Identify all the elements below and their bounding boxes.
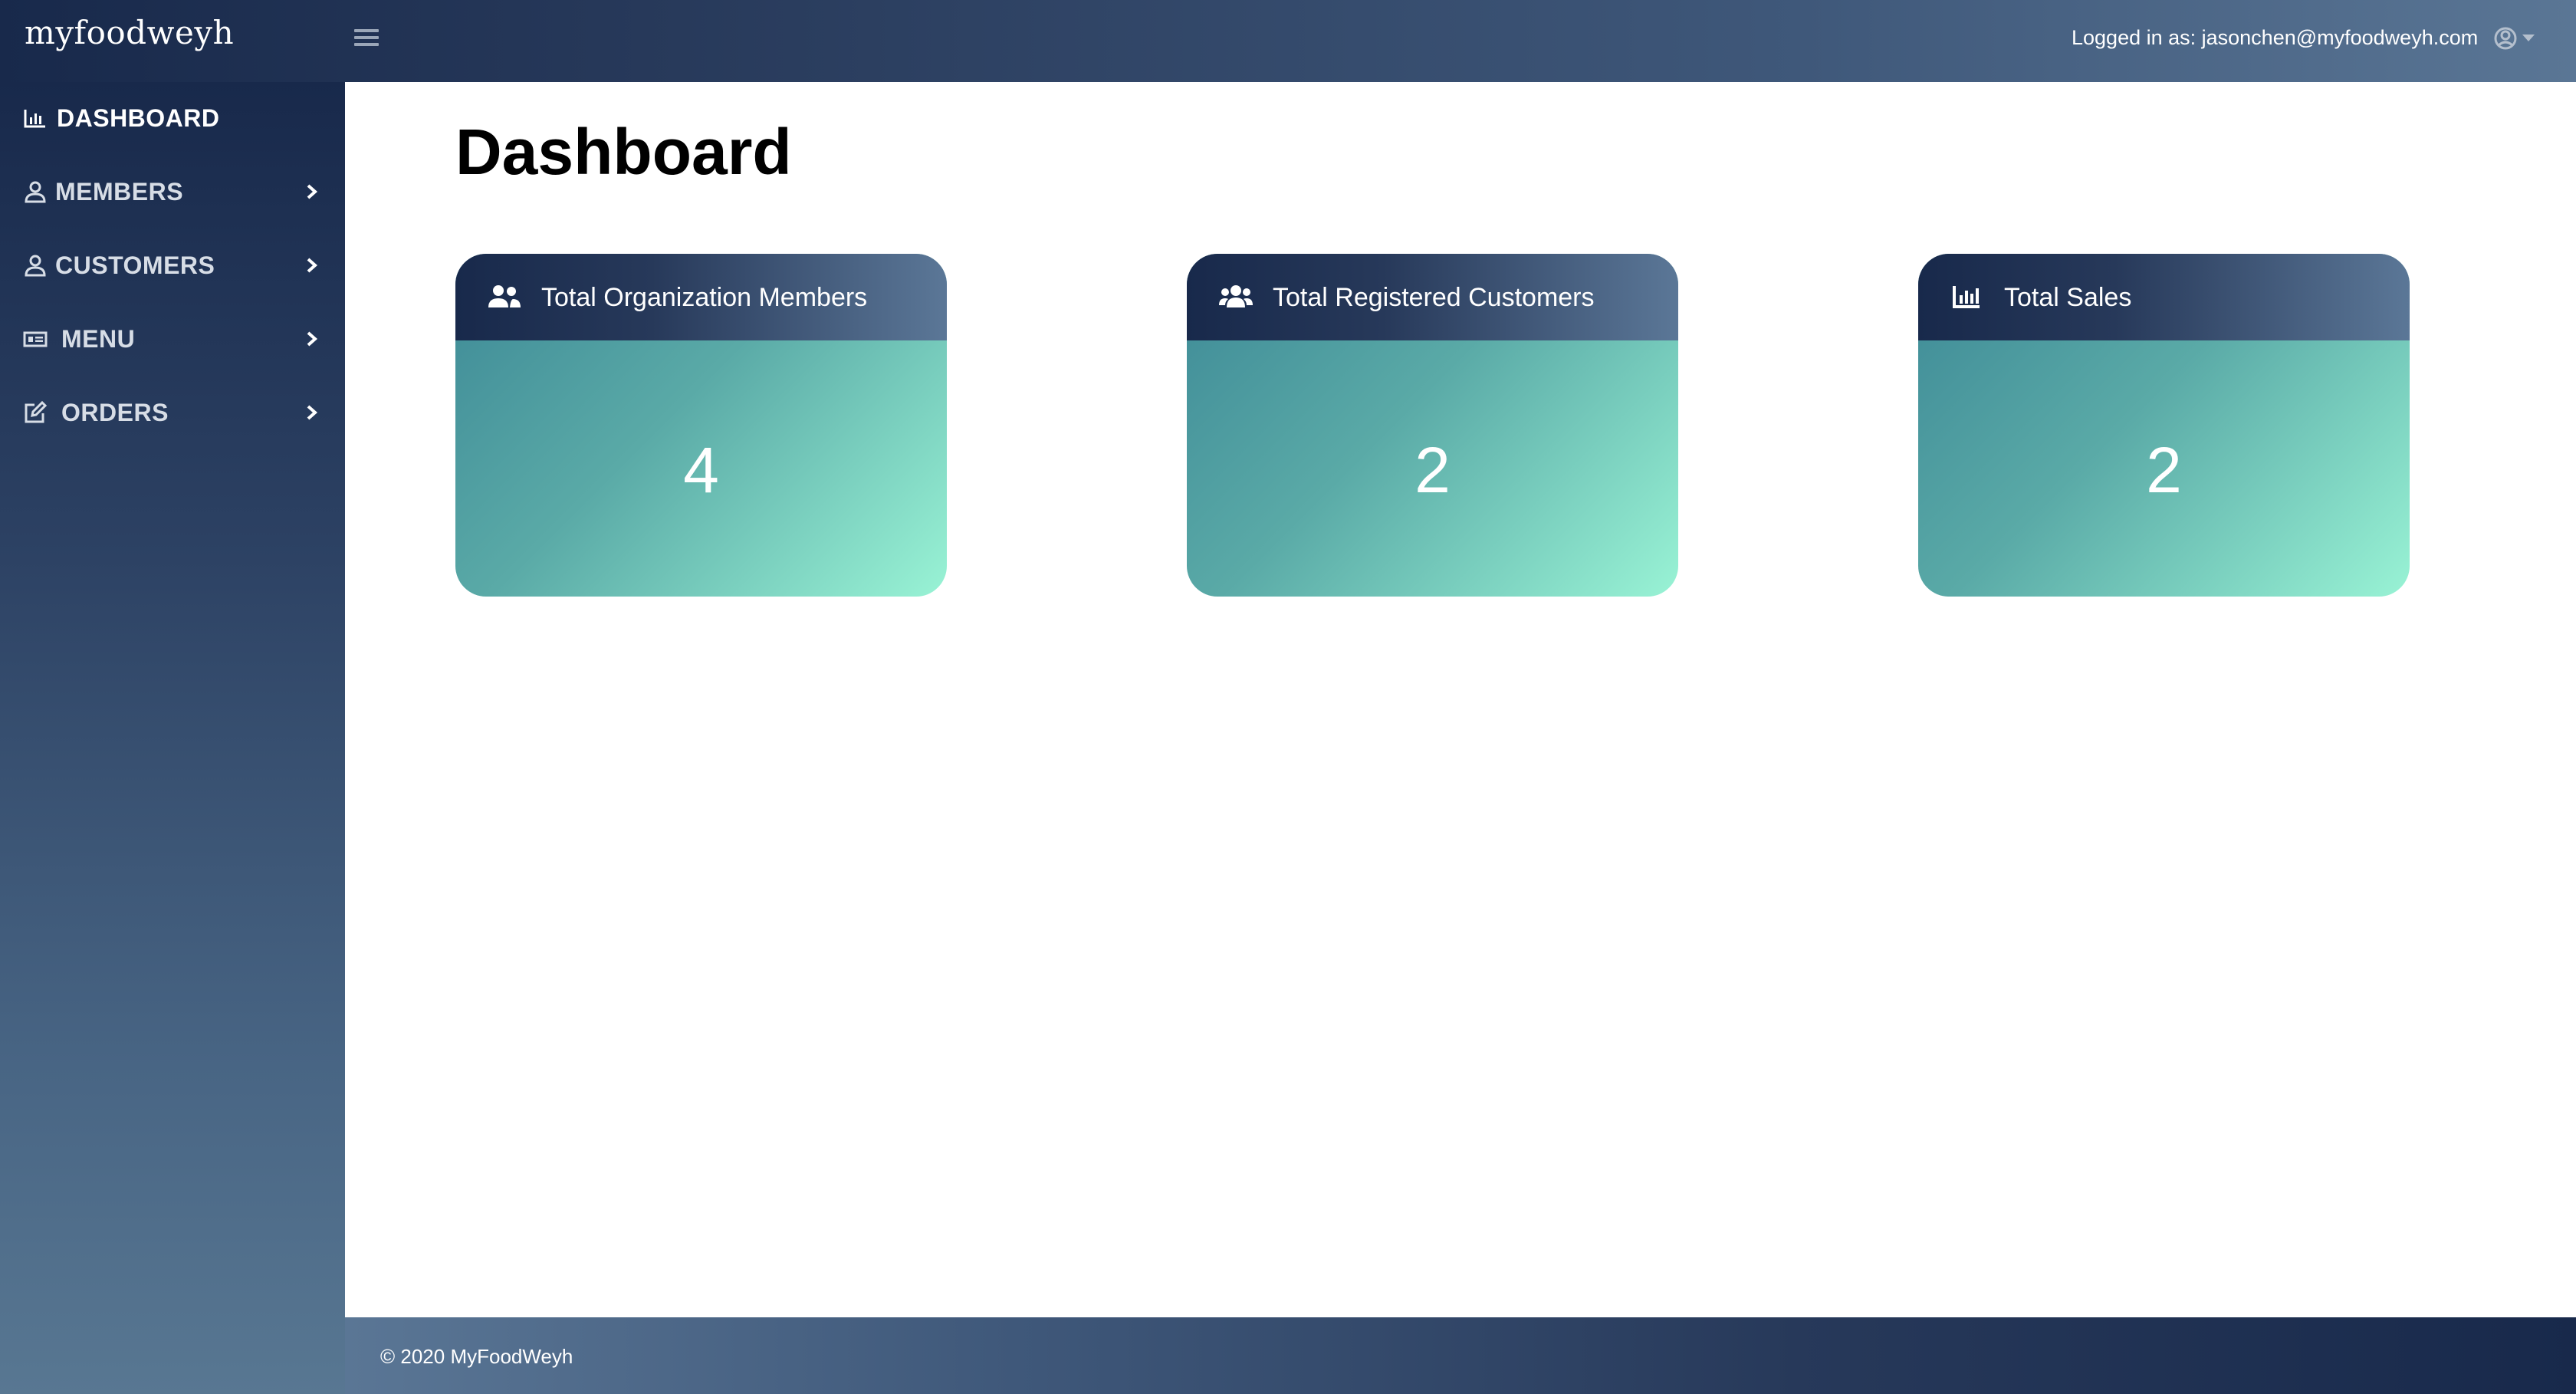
brand-logo[interactable]: myfoodweyh <box>25 14 234 51</box>
sidebar-item-label: CUSTOMERS <box>55 252 215 279</box>
page-title: Dashboard <box>455 116 792 188</box>
footer: © 2020 MyFoodWeyh <box>345 1317 2576 1394</box>
sidebar-item-customers[interactable]: CUSTOMERS <box>0 235 345 296</box>
user-circle-icon <box>2494 27 2535 50</box>
user-icon <box>25 255 46 277</box>
bar-chart-icon <box>1953 286 1980 308</box>
footer-copyright: © 2020 MyFoodWeyh <box>380 1345 573 1368</box>
menu-card-icon <box>23 331 48 347</box>
user-icon <box>25 181 46 203</box>
chevron-right-icon <box>307 258 318 273</box>
card-header: Total Organization Members <box>455 254 947 340</box>
bar-chart-icon <box>24 110 45 128</box>
sidebar-item-label: DASHBOARD <box>57 104 220 132</box>
card-value: 4 <box>683 434 719 506</box>
chevron-right-icon <box>307 405 318 420</box>
card-header: Total Registered Customers <box>1187 254 1678 340</box>
logged-in-status: Logged in as: jasonchen@myfoodweyh.com <box>2072 26 2479 49</box>
stat-card-customers: Total Registered Customers 2 <box>1187 254 1678 597</box>
card-value: 2 <box>1414 434 1451 506</box>
sidebar-item-label: MENU <box>61 325 136 353</box>
sidebar-item-label: MEMBERS <box>55 178 184 205</box>
card-value: 2 <box>2146 434 2182 506</box>
stat-card-sales: Total Sales 2 <box>1918 254 2410 597</box>
hamburger-menu-icon[interactable] <box>354 25 379 53</box>
users-icon <box>488 285 521 307</box>
sidebar: DASHBOARD MEMBERS CUSTOMERS MENU ORDERS <box>0 82 345 1394</box>
sidebar-item-dashboard[interactable]: DASHBOARD <box>0 87 345 149</box>
card-title: Total Registered Customers <box>1273 283 1595 312</box>
users-group-icon <box>1219 285 1253 307</box>
chevron-right-icon <box>307 184 318 199</box>
stat-card-members: Total Organization Members 4 <box>455 254 947 597</box>
top-navbar: myfoodweyh Logged in as: jasonchen@myfoo… <box>0 0 2576 82</box>
user-menu-dropdown[interactable] <box>2492 23 2541 54</box>
chevron-right-icon <box>307 331 318 347</box>
sidebar-item-orders[interactable]: ORDERS <box>0 382 345 443</box>
sidebar-item-label: ORDERS <box>61 399 169 426</box>
sidebar-item-members[interactable]: MEMBERS <box>0 161 345 222</box>
card-header: Total Sales <box>1918 254 2410 340</box>
card-title: Total Organization Members <box>541 283 868 312</box>
edit-icon <box>25 400 48 423</box>
card-title: Total Sales <box>2004 283 2132 312</box>
sidebar-item-menu[interactable]: MENU <box>0 308 345 370</box>
